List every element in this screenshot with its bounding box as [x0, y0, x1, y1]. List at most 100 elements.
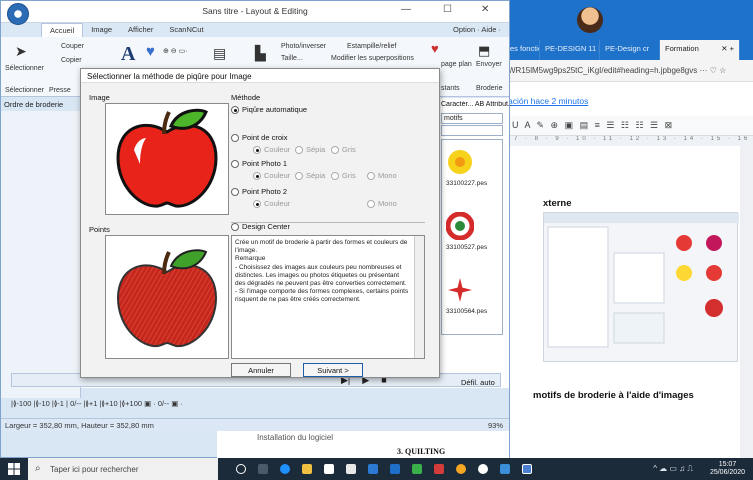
app-title: Sans titre - Layout & Editing: [202, 6, 308, 16]
clock-time: 15:07: [718, 461, 737, 468]
file-explorer-icon[interactable]: [302, 464, 312, 474]
tab-image[interactable]: Image: [83, 23, 120, 37]
browser-tab[interactable]: PE-DESIGN 11 | 11: [540, 40, 600, 60]
description-text: Crée un motif de broderie à partir des f…: [235, 239, 409, 304]
cross-couleur-radio[interactable]: Couleur: [253, 145, 290, 154]
maximize-icon[interactable]: ☐: [443, 4, 452, 15]
stitch-navigation-row[interactable]: |≬-100 |≬-10 |≬-1 | 0/-- |≬+1 |≬+10 |≬+1…: [11, 399, 501, 415]
store-icon[interactable]: [324, 464, 334, 474]
auto-stitch-radio[interactable]: Piqûre automatique: [231, 105, 307, 114]
minimize-icon[interactable]: —: [401, 4, 411, 15]
select-button[interactable]: Sélectionner: [5, 65, 44, 72]
photo1-gris-radio[interactable]: Gris: [331, 171, 356, 180]
browser-tab[interactable]: PE-Design cr: [600, 40, 660, 60]
next-button[interactable]: Suivant >: [303, 363, 363, 377]
design-center-label: Design Center: [242, 222, 290, 231]
chrome-icon[interactable]: [456, 464, 466, 474]
select-arrow-icon[interactable]: ➤: [15, 43, 27, 60]
char-attr-label[interactable]: Caractér... AB Attribut...: [441, 101, 511, 108]
image-label: Image: [89, 93, 110, 102]
address-bar[interactable]: WR15lM5wg9ps25tC_iKgI/edit#heading=h.jpb…: [480, 60, 753, 82]
taskbar-search-box[interactable]: ⌕ Taper ici pour rechercher: [28, 458, 218, 480]
pattern-item[interactable]: 33100227.pes: [446, 148, 488, 187]
photo2-label: Point Photo 2: [242, 187, 288, 196]
pattern-category-select[interactable]: motifs: [441, 113, 503, 124]
pattern-browser[interactable]: 33100227.pes 33100527.pes 33100564.pes: [441, 139, 503, 335]
task-view-icon[interactable]: [258, 464, 268, 474]
tab-scanncut[interactable]: ScanNCut: [161, 23, 211, 37]
profile-avatar[interactable]: [577, 7, 603, 33]
mail-icon[interactable]: [346, 464, 356, 474]
radio-icon: [295, 145, 303, 154]
cross-sepia-radio[interactable]: Sépia: [295, 145, 325, 154]
heart-shape-icon[interactable]: ♥: [146, 43, 155, 60]
photo2-couleur-radio[interactable]: Couleur: [253, 199, 290, 208]
stamp-relief-button[interactable]: Estampille/relief: [347, 43, 396, 50]
cortana-icon[interactable]: [236, 464, 246, 474]
settings-icon[interactable]: [478, 464, 488, 474]
pattern-subcategory-select[interactable]: [441, 125, 503, 136]
help-menu[interactable]: Option · Aide ·: [445, 23, 509, 37]
app-icon[interactable]: [390, 464, 400, 474]
address-actions-icon[interactable]: ··· ♡ ☆: [699, 66, 726, 75]
size-button[interactable]: Taille...: [281, 55, 303, 62]
browser-tab-active[interactable]: Formation ✕ +: [660, 40, 740, 60]
photo1-couleur-radio[interactable]: Couleur: [253, 171, 290, 180]
cancel-button[interactable]: Annuler: [231, 363, 291, 377]
zoom-tools-icon[interactable]: ⊕ ⊖ ▭·: [163, 47, 188, 55]
docs-toolbar[interactable]: U A ✎ ⊕ ▣ ▤ ≡ ☰ ☷ ☷ ☰ ⊠: [508, 116, 753, 136]
last-edit-link[interactable]: ación hace 2 minutos: [508, 96, 588, 106]
page-plan-button[interactable]: page plan: [441, 61, 472, 68]
doc-screenshot-image: [543, 212, 739, 362]
app-icon[interactable]: [500, 464, 510, 474]
zoom-level[interactable]: 93%: [488, 421, 503, 430]
app-icon[interactable]: [434, 464, 444, 474]
source-image-preview: [105, 103, 229, 215]
photo1-radio[interactable]: Point Photo 1: [231, 159, 287, 168]
close-icon[interactable]: ✕ +: [721, 44, 734, 60]
pattern-item[interactable]: 33100527.pes: [445, 211, 487, 251]
copy-button[interactable]: Copier: [61, 57, 82, 64]
layout-icon[interactable]: ▙: [255, 45, 266, 62]
description-scrollbar[interactable]: [414, 236, 424, 358]
auto-scroll-checkbox[interactable]: Défil. auto: [461, 378, 495, 387]
select-group-label: Sélectionner: [5, 87, 44, 94]
close-icon[interactable]: ✕: [481, 4, 489, 15]
photo2-mono-radio[interactable]: Mono: [367, 199, 397, 208]
tab-afficher[interactable]: Afficher: [120, 23, 161, 37]
app-icon[interactable]: [412, 464, 422, 474]
pattern-filename: 33100227.pes: [446, 180, 488, 187]
embroidery-group-label: Broderie: [476, 85, 503, 92]
cross-stitch-radio[interactable]: Point de croix: [231, 133, 287, 142]
clock[interactable]: 15:07 25/06/2020: [710, 461, 745, 477]
method-label: Méthode: [231, 93, 261, 102]
dialog-title: Sélectionner la méthode de piqûre pour I…: [81, 69, 439, 83]
cut-button[interactable]: Couper: [61, 43, 84, 50]
stitch-preview: [105, 235, 229, 359]
apple-image: [116, 108, 218, 208]
dimensions-status: Largeur = 352,80 mm, Hauteur = 352,80 mm: [5, 421, 154, 430]
photo1-mono-radio[interactable]: Mono: [367, 171, 397, 180]
radio-icon: [231, 187, 239, 196]
docs-ruler: 7 · 8 · 9 · 10 · 11 · 12 · 13 · 14 · 15 …: [508, 136, 753, 146]
cross-gris-radio[interactable]: Gris: [331, 145, 356, 154]
modify-overlaps-button[interactable]: Modifier les superpositions: [331, 55, 414, 62]
edge-icon[interactable]: [280, 464, 290, 474]
radio-icon: [367, 199, 375, 208]
app-icon[interactable]: [368, 464, 378, 474]
send-button[interactable]: Envoyer: [476, 61, 502, 68]
text-tool-icon[interactable]: A: [121, 43, 135, 66]
windows-start-icon[interactable]: [0, 458, 28, 480]
photo1-sepia-radio[interactable]: Sépia: [295, 171, 325, 180]
send-icon[interactable]: ⬒: [478, 43, 490, 59]
pattern-item[interactable]: 33100564.pes: [446, 276, 487, 315]
photo-invert-button[interactable]: Photo/inverser: [281, 43, 326, 50]
system-tray-icons[interactable]: ^ ☁ ▭ ♫ ⎍: [653, 464, 693, 474]
clipboard-icon[interactable]: ▤: [213, 45, 226, 62]
pe-design-icon[interactable]: [522, 464, 532, 474]
tab-accueil[interactable]: Accueil: [41, 23, 84, 37]
design-center-radio[interactable]: Design Center: [231, 222, 290, 231]
photo2-radio[interactable]: Point Photo 2: [231, 187, 287, 196]
thread-heart-icon[interactable]: ♥: [431, 41, 439, 56]
radio-selected-icon: [253, 145, 261, 154]
